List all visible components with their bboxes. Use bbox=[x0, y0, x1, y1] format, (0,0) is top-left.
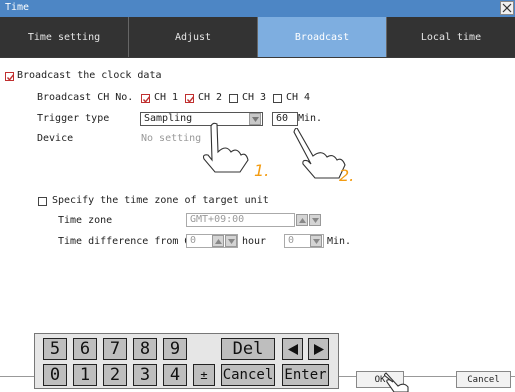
interval-value: 60 bbox=[276, 113, 289, 124]
cancel-button[interactable]: Cancel bbox=[456, 371, 511, 388]
ch1-label: CH 1 bbox=[154, 92, 179, 103]
trigger-type-label: Trigger type bbox=[37, 113, 110, 124]
arrow-up-icon bbox=[215, 239, 222, 244]
ch2-checkbox[interactable] bbox=[185, 94, 195, 103]
tab-adjust[interactable]: Adjust bbox=[129, 17, 258, 57]
chevron-down-icon bbox=[252, 117, 259, 122]
ch1-checkbox[interactable] bbox=[141, 94, 151, 103]
step-1-label: 1. bbox=[254, 161, 270, 180]
gmt-diff-label: Time difference from GMT bbox=[58, 236, 203, 247]
arrow-down-icon bbox=[313, 239, 320, 244]
tab-broadcast[interactable]: Broadcast bbox=[258, 17, 387, 57]
gmt-hour-value: 0 bbox=[190, 235, 197, 246]
key-8[interactable]: 8 bbox=[133, 338, 157, 360]
key-2[interactable]: 2 bbox=[103, 364, 127, 386]
close-button[interactable] bbox=[500, 1, 514, 15]
timezone-label: Specify the time zone of target unit bbox=[52, 195, 269, 206]
numeric-keypad: 5 6 7 8 9 Del 0 1 2 3 4 ± Cancel Enter bbox=[34, 333, 339, 389]
ch-no-label: Broadcast CH No. bbox=[37, 92, 134, 103]
key-4[interactable]: 4 bbox=[163, 364, 187, 386]
check-icon bbox=[142, 96, 151, 103]
title-bar: Time bbox=[0, 0, 515, 17]
gmt-min-down-button[interactable] bbox=[310, 235, 322, 247]
check-icon bbox=[6, 74, 15, 81]
time-zone-up-button[interactable] bbox=[296, 214, 308, 226]
interval-unit: Min. bbox=[298, 113, 323, 124]
ch4-label: CH 4 bbox=[286, 92, 311, 103]
key-3[interactable]: 3 bbox=[133, 364, 157, 386]
key-7[interactable]: 7 bbox=[103, 338, 127, 360]
key-enter[interactable]: Enter bbox=[282, 364, 329, 386]
tab-bar: Time setting Adjust Broadcast Local time bbox=[0, 17, 515, 58]
gmt-hour-down-button[interactable] bbox=[225, 235, 237, 247]
trigger-type-value: Sampling bbox=[144, 113, 193, 124]
key-left[interactable] bbox=[282, 338, 303, 360]
hour-unit: hour bbox=[242, 236, 267, 247]
time-zone-input[interactable]: GMT+09:00 bbox=[186, 213, 295, 227]
device-label: Device bbox=[37, 133, 74, 144]
arrow-right-icon bbox=[313, 343, 324, 355]
ch3-checkbox[interactable] bbox=[229, 94, 238, 103]
min-unit: Min. bbox=[327, 236, 352, 247]
broadcast-label: Broadcast the clock data bbox=[17, 70, 162, 81]
broadcast-checkbox[interactable] bbox=[5, 72, 15, 81]
tab-local-time[interactable]: Local time bbox=[387, 17, 515, 57]
gmt-hour-up-button[interactable] bbox=[212, 235, 224, 247]
ch3-label: CH 3 bbox=[242, 92, 267, 103]
ch2-label: CH 2 bbox=[198, 92, 223, 103]
arrow-down-icon bbox=[228, 239, 235, 244]
time-zone-value: GMT+09:00 bbox=[190, 214, 245, 225]
key-right[interactable] bbox=[308, 338, 329, 360]
window-title: Time bbox=[5, 2, 30, 13]
step-2-label: 2. bbox=[339, 166, 355, 185]
interval-input[interactable]: 60 bbox=[272, 112, 298, 126]
arrow-left-icon bbox=[287, 343, 298, 355]
time-zone-label: Time zone bbox=[58, 215, 113, 226]
key-1[interactable]: 1 bbox=[73, 364, 97, 386]
key-6[interactable]: 6 bbox=[73, 338, 97, 360]
arrow-down-icon bbox=[312, 218, 319, 223]
hand-pointer-icon bbox=[202, 122, 249, 173]
close-icon bbox=[502, 3, 512, 13]
gmt-min-value: 0 bbox=[288, 235, 295, 246]
arrow-up-icon bbox=[299, 218, 306, 223]
timezone-checkbox[interactable] bbox=[38, 197, 47, 206]
tab-time-setting[interactable]: Time setting bbox=[0, 17, 129, 57]
ch4-checkbox[interactable] bbox=[273, 94, 282, 103]
key-0[interactable]: 0 bbox=[43, 364, 67, 386]
check-icon bbox=[186, 96, 195, 103]
key-cancel[interactable]: Cancel bbox=[221, 364, 275, 386]
key-sign[interactable]: ± bbox=[193, 364, 215, 386]
time-zone-down-button[interactable] bbox=[309, 214, 321, 226]
time-window: Time Time setting Adjust Broadcast Local… bbox=[0, 0, 515, 392]
key-9[interactable]: 9 bbox=[163, 338, 187, 360]
key-5[interactable]: 5 bbox=[43, 338, 67, 360]
hand-pointer-icon bbox=[384, 372, 409, 392]
key-del[interactable]: Del bbox=[221, 338, 275, 360]
